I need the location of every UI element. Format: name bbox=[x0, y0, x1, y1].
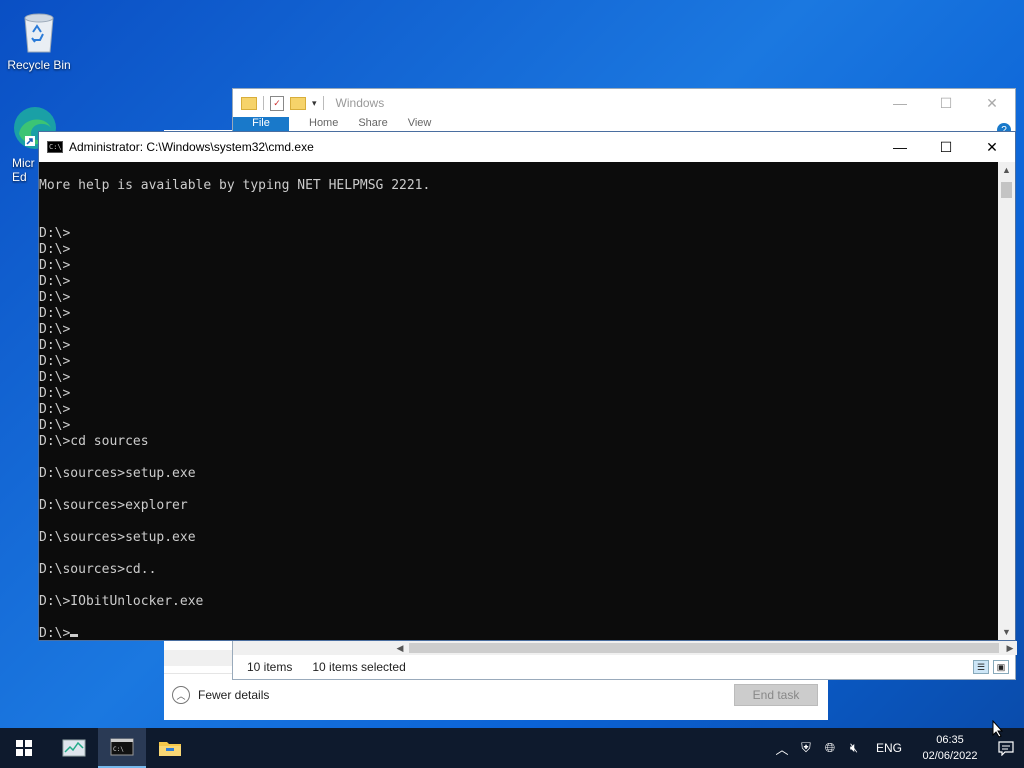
console-line: D:\> bbox=[39, 386, 71, 401]
console-line: D:\> bbox=[39, 338, 71, 353]
scroll-right-icon[interactable]: ▶ bbox=[1003, 641, 1017, 655]
fewer-details-label: Fewer details bbox=[198, 688, 270, 702]
console-line: D:\sources>explorer bbox=[39, 498, 188, 513]
properties-icon[interactable]: ✓ bbox=[270, 95, 284, 111]
console-line: D:\sources>setup.exe bbox=[39, 466, 196, 481]
console-line: More help is available by typing NET HEL… bbox=[39, 178, 431, 193]
scroll-thumb[interactable] bbox=[1001, 182, 1012, 198]
text-cursor bbox=[70, 634, 79, 637]
desktop-icon-label: Recycle Bin bbox=[7, 58, 71, 72]
console-vertical-scrollbar[interactable]: ▲ ▼ bbox=[998, 162, 1015, 640]
windows-logo-icon bbox=[16, 740, 32, 756]
chevron-up-icon[interactable]: ︿ bbox=[770, 728, 794, 768]
chevron-up-icon: ︿ bbox=[172, 686, 190, 704]
clock[interactable]: 06:35 02/06/2022 bbox=[912, 732, 988, 764]
console-line: D:\> bbox=[39, 370, 71, 385]
divider bbox=[263, 96, 264, 110]
cmd-title: Administrator: C:\Windows\system32\cmd.e… bbox=[69, 140, 314, 154]
console-line: D:\> bbox=[39, 226, 71, 241]
end-task-button[interactable]: End task bbox=[734, 684, 818, 706]
tab-file[interactable]: File bbox=[233, 117, 289, 131]
taskbar-app-file-explorer[interactable] bbox=[146, 728, 194, 768]
console-line: D:\>cd sources bbox=[39, 434, 149, 449]
console-output[interactable]: More help is available by typing NET HEL… bbox=[39, 162, 999, 656]
cmd-icon: C:\ bbox=[47, 141, 63, 153]
tab-view[interactable]: View bbox=[408, 117, 432, 131]
details-view-icon[interactable]: ☰ bbox=[973, 660, 989, 674]
new-folder-icon[interactable] bbox=[290, 96, 306, 110]
volume-muted-icon[interactable]: 🔇︎ bbox=[842, 728, 866, 768]
file-explorer-icon bbox=[159, 742, 181, 756]
ribbon-tabs: File Home Share View bbox=[233, 117, 1015, 131]
scroll-up-icon[interactable]: ▲ bbox=[998, 162, 1015, 178]
cmd-window: C:\ Administrator: C:\Windows\system32\c… bbox=[38, 131, 1016, 641]
console-line: D:\> bbox=[39, 322, 71, 337]
console-line: D:\sources>cd.. bbox=[39, 562, 157, 577]
divider bbox=[322, 96, 324, 110]
clock-date: 02/06/2022 bbox=[922, 750, 978, 762]
maximize-icon[interactable]: ☐ bbox=[923, 132, 969, 162]
minimize-icon[interactable]: — bbox=[877, 132, 923, 162]
taskbar-app-task-manager[interactable] bbox=[50, 728, 98, 768]
cmd-title-bar[interactable]: C:\ Administrator: C:\Windows\system32\c… bbox=[39, 132, 1015, 162]
console-line: D:\sources>setup.exe bbox=[39, 530, 196, 545]
svg-text:C:\: C:\ bbox=[113, 746, 124, 753]
system-tray: ︿ ⛨ 🌐︎ 🔇︎ ENG 06:35 02/06/2022 bbox=[770, 728, 1024, 768]
scroll-down-icon[interactable]: ▼ bbox=[998, 624, 1015, 640]
explorer-title: Windows bbox=[335, 96, 385, 110]
console-line: D:\> bbox=[39, 354, 71, 369]
taskbar: C:\ ︿ ⛨ 🌐︎ 🔇︎ ENG 06:35 02/06/2022 bbox=[0, 728, 1024, 768]
minimize-icon[interactable]: — bbox=[877, 89, 923, 117]
large-icons-view-icon[interactable]: ▣ bbox=[993, 660, 1009, 674]
explorer-title-bar: ✓ ▾ Windows — ☐ ✕ bbox=[233, 89, 1015, 117]
start-button[interactable] bbox=[0, 728, 48, 768]
task-manager-footer: ︿ Fewer details End task bbox=[164, 673, 828, 720]
console-line: D:\> bbox=[39, 290, 71, 305]
input-language[interactable]: ENG bbox=[866, 741, 912, 755]
security-shield-icon[interactable]: ⛨ bbox=[794, 728, 818, 768]
console-line: D:\> bbox=[39, 258, 71, 273]
explorer-status-bar: 10 items 10 items selected ☰ ▣ bbox=[233, 655, 1015, 679]
desktop-icon-recycle-bin[interactable]: Recycle Bin bbox=[4, 8, 74, 72]
clock-time: 06:35 bbox=[936, 734, 964, 746]
close-icon[interactable]: ✕ bbox=[969, 89, 1015, 117]
status-selected-count: 10 items selected bbox=[312, 660, 406, 674]
console-line: D:\> bbox=[39, 306, 71, 321]
folder-icon bbox=[241, 96, 257, 110]
tab-home[interactable]: Home bbox=[309, 117, 338, 131]
status-item-count: 10 items bbox=[247, 660, 293, 674]
console-line: D:\> bbox=[39, 274, 71, 289]
tab-share[interactable]: Share bbox=[358, 117, 387, 131]
taskbar-app-cmd[interactable]: C:\ bbox=[98, 728, 146, 768]
console-line: D:\> bbox=[39, 418, 71, 433]
task-manager-icon bbox=[62, 739, 86, 757]
close-icon[interactable]: ✕ bbox=[969, 132, 1015, 162]
maximize-icon[interactable]: ☐ bbox=[923, 89, 969, 117]
recycle-bin-icon bbox=[19, 8, 59, 54]
console-line: D:\> bbox=[39, 626, 999, 642]
network-globe-icon[interactable]: 🌐︎ bbox=[818, 728, 842, 768]
console-line: D:\> bbox=[39, 242, 71, 257]
chevron-down-icon[interactable]: ▾ bbox=[312, 98, 317, 109]
fewer-details-button[interactable]: ︿ Fewer details bbox=[172, 686, 269, 704]
console-line: D:\>IObitUnlocker.exe bbox=[39, 594, 204, 609]
mouse-cursor-icon bbox=[992, 720, 1004, 738]
cmd-icon: C:\ bbox=[110, 738, 134, 756]
console-line: D:\> bbox=[39, 402, 71, 417]
desktop-icon-label: Micr Ed bbox=[12, 156, 35, 184]
